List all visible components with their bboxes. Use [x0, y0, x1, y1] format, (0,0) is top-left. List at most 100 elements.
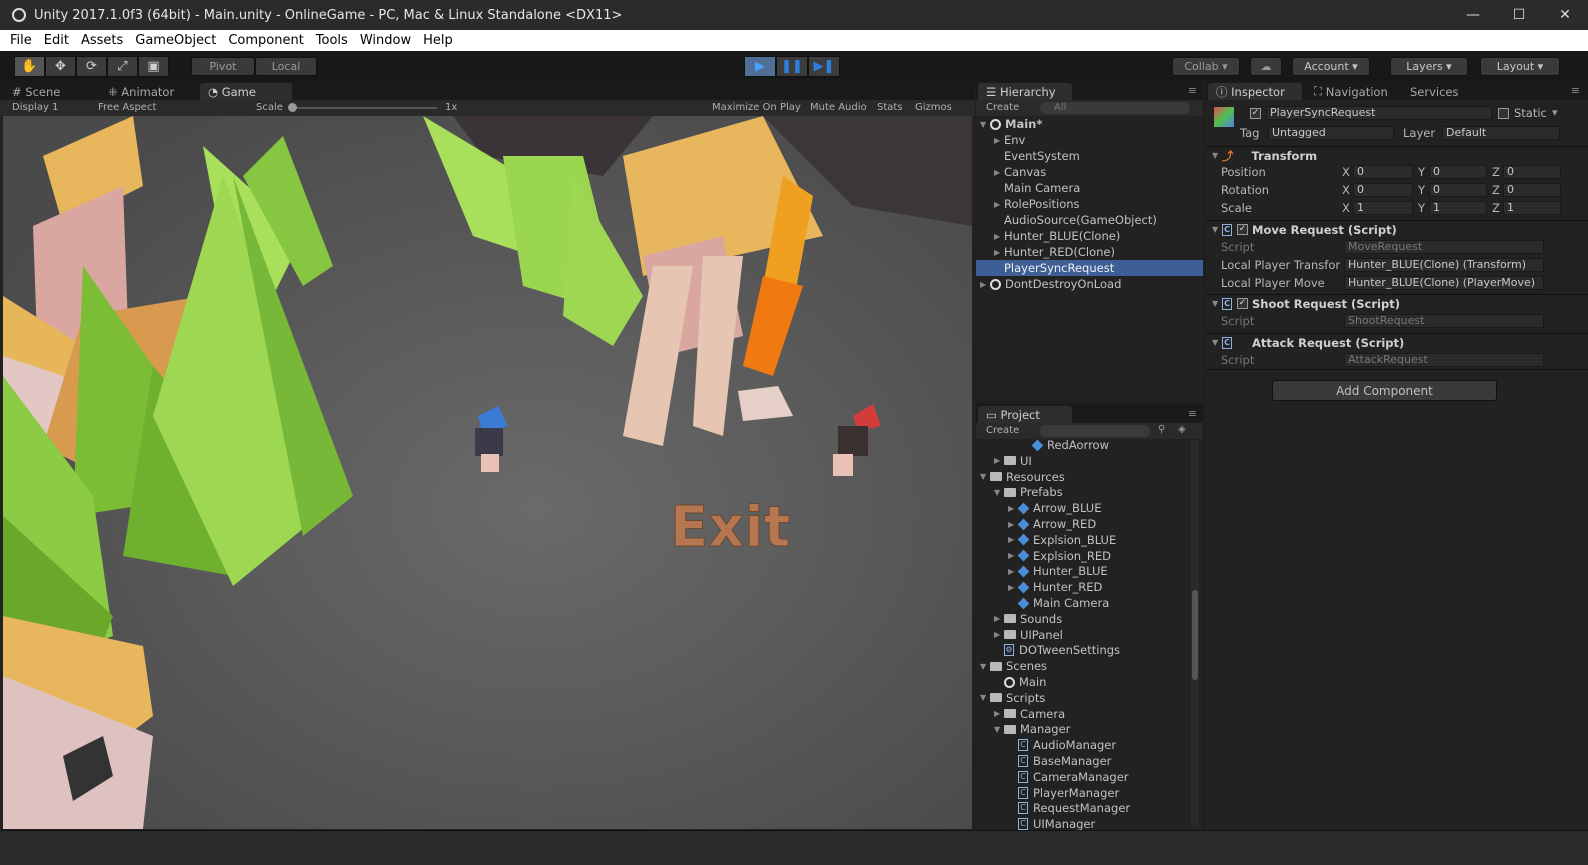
tab-services[interactable]: Services — [1402, 83, 1482, 100]
project-item[interactable]: ▼ Manager — [976, 721, 1186, 737]
tab-project[interactable]: ▭ Project — [978, 406, 1072, 423]
layout-dropdown[interactable]: Layout ▾ — [1480, 57, 1560, 76]
project-item[interactable]: Main Camera — [976, 595, 1186, 611]
tab-hierarchy[interactable]: ☰ Hierarchy — [978, 83, 1072, 100]
rotate-tool-icon[interactable]: ⟳ — [76, 56, 107, 77]
panel-menu-icon[interactable]: ≡ — [1571, 84, 1580, 97]
pivot-toggle[interactable]: Pivot — [191, 57, 255, 76]
expand-arrow-icon[interactable]: ▼ — [980, 662, 990, 671]
position-x-field[interactable]: 0 — [1353, 165, 1413, 179]
scale-x-field[interactable]: 1 — [1353, 201, 1413, 215]
scale-z-field[interactable]: 1 — [1503, 201, 1561, 215]
scale-tool-icon[interactable]: ⤢ — [107, 56, 138, 77]
panel-menu-icon[interactable]: ≡ — [1188, 84, 1197, 97]
play-button[interactable]: ▶ — [744, 56, 776, 77]
aspect-dropdown[interactable]: Free Aspect — [98, 102, 156, 113]
project-item[interactable]: ▶ Camera — [976, 706, 1186, 722]
hierarchy-item[interactable]: Main Camera — [976, 180, 1203, 196]
menu-help[interactable]: Help — [417, 33, 459, 48]
maximize-button[interactable]: ☐ — [1496, 0, 1542, 30]
hand-tool-icon[interactable]: ✋ — [14, 56, 45, 77]
position-y-field[interactable]: 0 — [1429, 165, 1487, 179]
hierarchy-item[interactable]: ▶ Env — [976, 132, 1203, 148]
tab-animator[interactable]: ⁜ Animator — [100, 83, 196, 100]
project-item[interactable]: ⚙ DOTweenSettings — [976, 642, 1186, 658]
project-item[interactable]: ▶ Arrow_RED — [976, 516, 1186, 532]
object-name-field[interactable]: PlayerSyncRequest — [1266, 106, 1492, 120]
tab-navigation[interactable]: ⛶ Navigation — [1306, 83, 1404, 100]
project-item[interactable]: ▶ Sounds — [976, 611, 1186, 627]
tab-game[interactable]: ◔ Game — [200, 83, 292, 100]
project-item[interactable]: ▶ Hunter_BLUE — [976, 563, 1186, 579]
project-item[interactable]: ▶ Arrow_BLUE — [976, 500, 1186, 516]
project-item[interactable]: ▼ Resources — [976, 469, 1186, 485]
cloud-button[interactable]: ☁ — [1250, 57, 1282, 76]
pause-button[interactable]: ❚❚ — [776, 56, 808, 77]
hierarchy-item[interactable]: AudioSource(GameObject) — [976, 212, 1203, 228]
project-scrollbar[interactable] — [1191, 440, 1199, 828]
shoot-request-enabled-checkbox[interactable]: ✓ — [1237, 298, 1248, 309]
hierarchy-item[interactable]: ▶ Hunter_RED(Clone) — [976, 244, 1203, 260]
menu-assets[interactable]: Assets — [75, 33, 129, 48]
project-item[interactable]: ▶ UIPanel — [976, 627, 1186, 643]
close-button[interactable]: ✕ — [1542, 0, 1588, 30]
game-view[interactable]: Exit — [3, 116, 972, 829]
stats-toggle[interactable]: Stats — [877, 102, 903, 113]
layer-dropdown[interactable]: Default — [1442, 126, 1560, 140]
hierarchy-search-input[interactable]: All — [1040, 102, 1190, 114]
expand-arrow-icon[interactable]: ▼ — [994, 725, 1004, 734]
rotation-y-field[interactable]: 0 — [1429, 183, 1487, 197]
project-item[interactable]: ▶ Explsion_RED — [976, 548, 1186, 564]
project-item[interactable]: Main — [976, 674, 1186, 690]
project-item[interactable]: C CameraManager — [976, 769, 1186, 785]
expand-arrow-icon[interactable]: ▶ — [1008, 567, 1018, 576]
project-item[interactable]: ▶ Hunter_RED — [976, 579, 1186, 595]
hierarchy-item[interactable]: ▶ DontDestroyOnLoad — [976, 276, 1203, 292]
project-item[interactable]: C RequestManager — [976, 800, 1186, 816]
menu-window[interactable]: Window — [354, 33, 417, 48]
project-item[interactable]: ▶ UI — [976, 453, 1186, 469]
expand-arrow-icon[interactable]: ▶ — [1008, 551, 1018, 560]
collab-button[interactable]: Collab ▾ — [1172, 57, 1240, 76]
move-request-header[interactable]: ▼ C ✓ Move Request (Script) — [1206, 220, 1588, 238]
layers-dropdown[interactable]: Layers ▾ — [1390, 57, 1468, 76]
project-item[interactable]: ▼ Scripts — [976, 690, 1186, 706]
shoot-request-header[interactable]: ▼ C ✓ Shoot Request (Script) — [1206, 294, 1588, 312]
account-dropdown[interactable]: Account ▾ — [1292, 57, 1370, 76]
local-player-transform-field[interactable]: Hunter_BLUE(Clone) (Transform) — [1344, 258, 1544, 272]
active-checkbox[interactable]: ✓ — [1250, 108, 1261, 119]
expand-arrow-icon[interactable]: ▶ — [994, 456, 1004, 465]
move-tool-icon[interactable]: ✥ — [45, 56, 76, 77]
filter-label-icon[interactable]: ◈ — [1178, 424, 1186, 435]
rotation-z-field[interactable]: 0 — [1503, 183, 1561, 197]
expand-arrow-icon[interactable]: ▶ — [994, 709, 1004, 718]
expand-arrow-icon[interactable]: ▶ — [1008, 535, 1018, 544]
expand-arrow-icon[interactable]: ▼ — [980, 693, 990, 702]
menu-component[interactable]: Component — [222, 33, 309, 48]
panel-menu-icon[interactable]: ≡ — [1188, 407, 1197, 420]
menu-edit[interactable]: Edit — [38, 33, 75, 48]
move-request-enabled-checkbox[interactable]: ✓ — [1237, 224, 1248, 235]
project-search-input[interactable] — [1040, 425, 1150, 437]
position-z-field[interactable]: 0 — [1503, 165, 1561, 179]
project-item[interactable]: ▼ Scenes — [976, 658, 1186, 674]
project-item[interactable]: C UIManager — [976, 816, 1186, 830]
tab-scene[interactable]: # Scene — [4, 83, 94, 100]
project-item[interactable]: ▼ Prefabs — [976, 484, 1186, 500]
static-dropdown-icon[interactable]: ▾ — [1552, 106, 1558, 119]
hierarchy-item[interactable]: ▶ RolePositions — [976, 196, 1203, 212]
expand-arrow-icon[interactable]: ▶ — [994, 630, 1004, 639]
project-create-button[interactable]: Create — [986, 425, 1019, 436]
scene-root[interactable]: ▼ Main* — [976, 116, 1203, 132]
gizmos-dropdown[interactable]: Gizmos — [915, 102, 952, 113]
scale-slider-handle[interactable] — [288, 103, 297, 112]
project-item[interactable]: C AudioManager — [976, 737, 1186, 753]
maximize-on-play-toggle[interactable]: Maximize On Play — [712, 102, 801, 113]
mute-audio-toggle[interactable]: Mute Audio — [810, 102, 867, 113]
project-item[interactable]: ▶ Explsion_BLUE — [976, 532, 1186, 548]
attack-request-header[interactable]: ▼ C Attack Request (Script) — [1206, 333, 1588, 351]
expand-arrow-icon[interactable]: ▶ — [994, 614, 1004, 623]
hierarchy-create-button[interactable]: Create — [986, 102, 1019, 113]
menu-gameobject[interactable]: GameObject — [129, 33, 222, 48]
project-item[interactable]: C PlayerManager — [976, 785, 1186, 801]
